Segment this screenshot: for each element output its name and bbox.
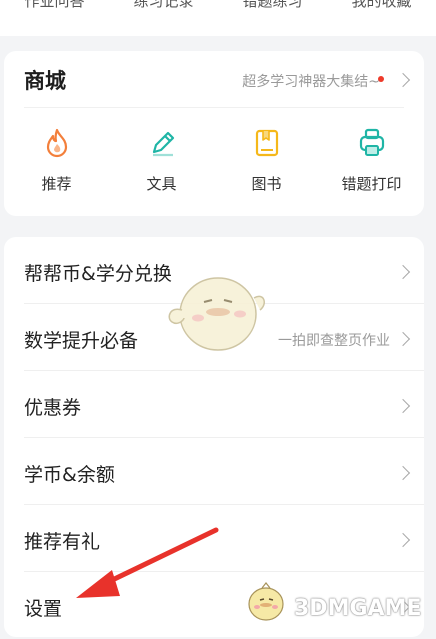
divider (24, 107, 404, 108)
menu-item-label: 设置 (24, 598, 63, 620)
menu-item-balance[interactable]: 学币&余额 (4, 438, 424, 505)
shop-item-recommend[interactable]: 推荐 (4, 127, 109, 194)
menu-item-label: 数学提升必备 (24, 330, 139, 352)
top-tab-3[interactable]: 错题练习 (218, 0, 327, 11)
shop-title: 商城 (24, 69, 66, 93)
chevron-right-icon (395, 465, 411, 481)
chevron-right-icon (395, 532, 411, 548)
shop-promo-text[interactable]: 超多学习神器大集结~ (242, 71, 380, 91)
flame-icon (46, 128, 67, 158)
shop-item-stationery[interactable]: 文具 (109, 127, 214, 194)
chevron-right-icon (395, 331, 411, 347)
menu-item-label: 推荐有礼 (24, 531, 101, 553)
menu-item-label: 帮帮币&学分兑换 (24, 263, 172, 285)
top-tab-2[interactable]: 练习记录 (109, 0, 218, 11)
notification-dot (378, 76, 384, 82)
mascot-image (168, 277, 265, 351)
chevron-right-icon[interactable] (395, 72, 411, 88)
watermark-text: 3DMGAME (294, 596, 422, 621)
chevron-right-icon (395, 264, 411, 280)
top-tab-1[interactable]: 作业问答 (0, 0, 109, 11)
menu-item-label: 学币&余额 (24, 464, 115, 486)
top-tab-strip: 作业问答 练习记录 错题练习 我的收藏 (0, 0, 436, 36)
menu-item-subtitle: 一拍即查整页作业 (278, 333, 390, 349)
menu-item-coupons[interactable]: 优惠券 (4, 371, 424, 438)
menu-item-label: 优惠券 (24, 397, 82, 419)
watermark-logo-icon (248, 582, 284, 621)
shop-item-label: 图书 (251, 175, 282, 193)
menu-item-referral[interactable]: 推荐有礼 (4, 505, 424, 572)
top-tab-4[interactable]: 我的收藏 (327, 0, 436, 11)
chevron-right-icon (395, 398, 411, 414)
book-icon (255, 129, 278, 157)
shop-item-books[interactable]: 图书 (214, 127, 319, 194)
shop-item-print-mistakes[interactable]: 错题打印 (319, 127, 424, 194)
pen-icon (152, 131, 174, 157)
printer-icon (359, 128, 384, 156)
shop-item-label: 文具 (146, 175, 177, 193)
shop-item-label: 错题打印 (341, 175, 402, 193)
shop-card: 商城 超多学习神器大集结~ 推荐 文具 图书 错题打印 (4, 51, 424, 216)
shop-item-label: 推荐 (41, 175, 72, 193)
